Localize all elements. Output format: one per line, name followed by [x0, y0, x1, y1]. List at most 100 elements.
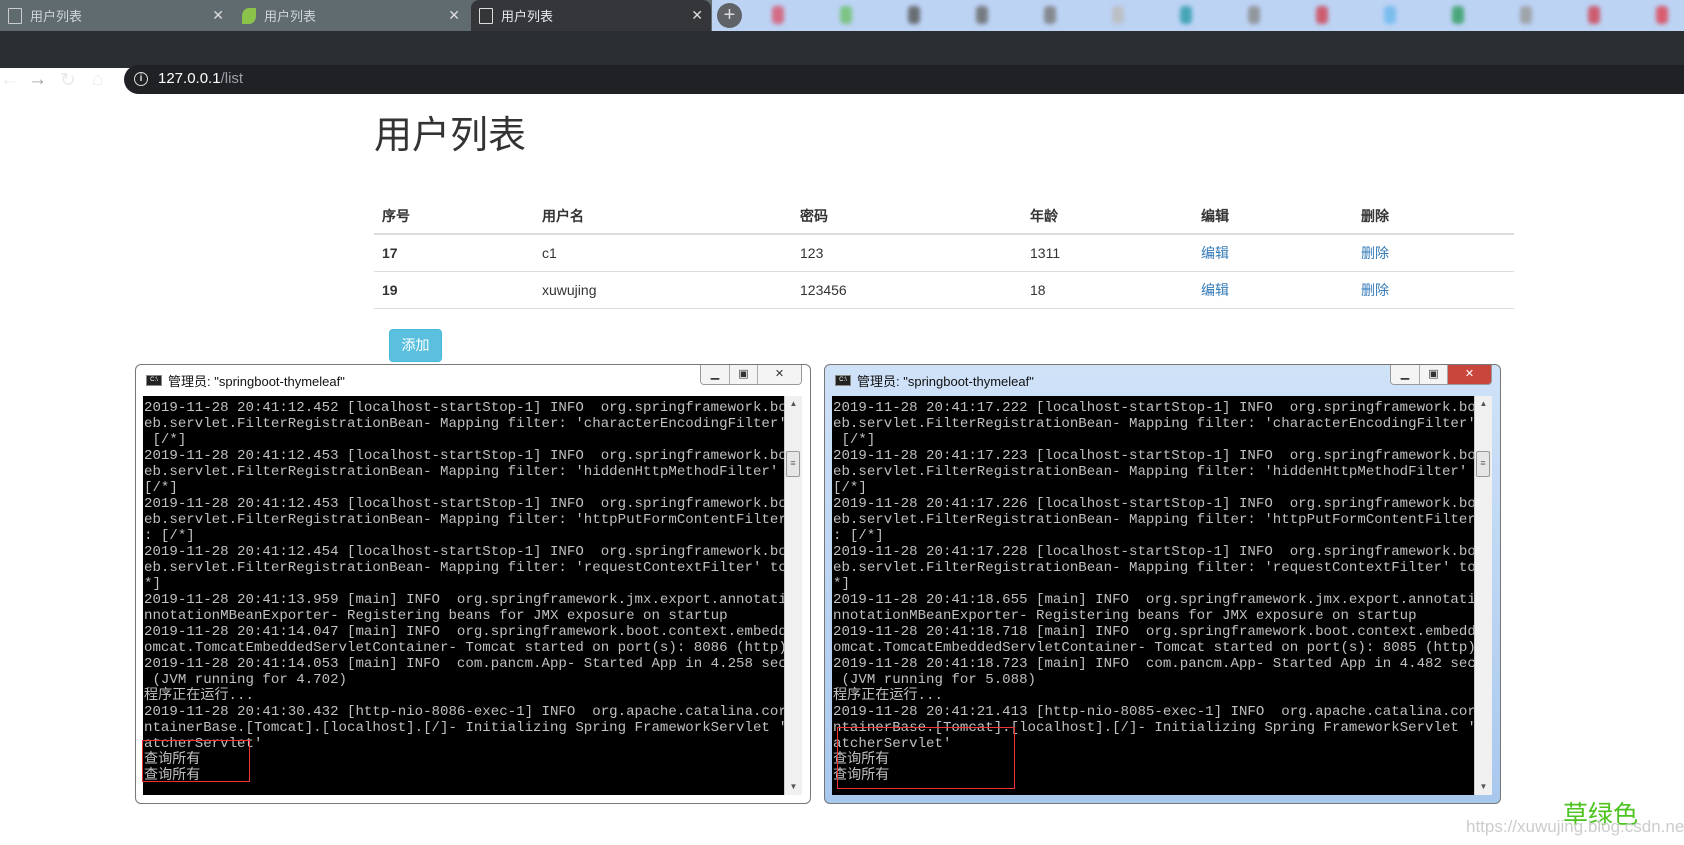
console-line: nnotationMBeanExporter- Registering bean… [144, 608, 728, 624]
console-line: eb.servlet.FilterRegistrationBean- Mappi… [144, 464, 802, 480]
cell-id: 17 [374, 234, 534, 272]
tab-label: 用户列表 [501, 9, 554, 24]
cell-delete: 删除 [1353, 234, 1514, 272]
cell-username: c1 [534, 234, 792, 272]
bookmark-icon[interactable] [1520, 6, 1532, 24]
home-icon[interactable]: ⌂ [92, 69, 103, 91]
address-bar[interactable] [124, 65, 1684, 94]
bookmark-icon[interactable] [1452, 6, 1464, 24]
bookmark-icon[interactable] [976, 6, 988, 24]
console-line: 2019-11-28 20:41:13.959 [main] INFO org.… [144, 592, 802, 608]
bookmark-icon[interactable] [1316, 6, 1328, 24]
close-tab-icon[interactable]: ✕ [448, 7, 460, 24]
console-line: 2019-11-28 20:41:17.226 [localhost-start… [833, 496, 1492, 512]
console-line: [/*] [144, 480, 178, 496]
console-line: omcat.TomcatEmbeddedServletContainer- To… [833, 640, 1476, 656]
console-line: 2019-11-28 20:41:21.413 [http-nio-8085-e… [833, 704, 1492, 720]
tab-1[interactable]: 用户列表 ✕ [0, 0, 232, 31]
scroll-up-icon[interactable]: ▲ [1475, 396, 1492, 412]
console-line: 2019-11-28 20:41:17.222 [localhost-start… [833, 400, 1492, 416]
console-line: 2019-11-28 20:41:12.453 [localhost-start… [144, 448, 802, 464]
console-line: eb.servlet.FilterRegistrationBean- Mappi… [144, 560, 802, 576]
bookmark-icon[interactable] [772, 6, 784, 24]
scroll-thumb[interactable]: ≡ [1476, 451, 1490, 477]
cell-password: 123456 [792, 271, 1022, 309]
delete-link[interactable]: 删除 [1361, 282, 1389, 298]
console-line: 2019-11-28 20:41:12.453 [localhost-start… [144, 496, 802, 512]
close-tab-icon[interactable]: ✕ [691, 7, 703, 24]
url-host: 127.0.0.1 [158, 70, 221, 87]
toolbar: ← → ↻ ⌂ i 127.0.0.1/list [0, 31, 1684, 94]
bookmark-icon[interactable] [1112, 6, 1124, 24]
reload-icon[interactable]: ↻ [60, 69, 76, 92]
tab-strip: 用户列表 ✕ 用户列表 ✕ 用户列表 ✕ + [0, 0, 1684, 31]
bookmark-icon[interactable] [1588, 6, 1600, 24]
close-icon[interactable]: ✕ [757, 365, 801, 384]
delete-link[interactable]: 删除 [1361, 245, 1389, 261]
info-icon[interactable]: i [134, 72, 148, 86]
table-row: 19 xuwujing 123456 18 编辑 删除 [374, 271, 1514, 309]
console-line: eb.servlet.FilterRegistrationBean- Mappi… [144, 512, 802, 528]
watermark-url: https://xuwujing.blog.csdn.net [1466, 817, 1684, 836]
url-path: /list [220, 70, 244, 87]
bookmark-icon[interactable] [1180, 6, 1192, 24]
page-icon [8, 7, 22, 24]
maximize-icon[interactable]: ▣ [1419, 365, 1447, 384]
close-tab-icon[interactable]: ✕ [212, 7, 224, 24]
console-output: 2019-11-28 20:41:12.452 [localhost-start… [143, 396, 802, 795]
console-line: 2019-11-28 20:41:12.454 [localhost-start… [144, 544, 802, 560]
console-line: *] [144, 576, 161, 592]
maximize-icon[interactable]: ▣ [729, 365, 757, 384]
minimize-icon[interactable]: ▁ [1391, 365, 1419, 384]
console-window-left[interactable]: C:\ 管理员: "springboot-thymeleaf" ▁ ▣ ✕ 201… [135, 364, 811, 804]
forward-icon[interactable]: → [28, 69, 47, 91]
cmd-icon: C:\ [146, 375, 162, 386]
minimize-icon[interactable]: ▁ [701, 365, 729, 384]
console-lines: 2019-11-28 20:41:12.452 [localhost-start… [144, 400, 802, 784]
edit-link[interactable]: 编辑 [1201, 245, 1229, 261]
window-title: C:\ 管理员: "springboot-thymeleaf" [146, 371, 345, 390]
scroll-down-icon[interactable]: ▼ [1475, 779, 1492, 795]
url-text[interactable]: 127.0.0.1/list [158, 70, 243, 87]
bookmark-icon[interactable] [1248, 6, 1260, 24]
edit-link[interactable]: 编辑 [1201, 282, 1229, 298]
console-line: eb.servlet.FilterRegistrationBean- Mappi… [833, 464, 1492, 480]
add-button[interactable]: 添加 [389, 329, 442, 362]
console-window-right[interactable]: C:\ 管理员: "springboot-thymeleaf" ▁ ▣ ✕ 201… [824, 364, 1501, 804]
tab-2[interactable]: 用户列表 ✕ [234, 0, 468, 31]
back-icon[interactable]: ← [0, 69, 19, 91]
scroll-up-icon[interactable]: ▲ [785, 396, 802, 412]
col-delete: 删除 [1353, 198, 1514, 235]
tab-3-active[interactable]: 用户列表 ✕ [471, 0, 711, 31]
bookmark-icon[interactable] [1044, 6, 1056, 24]
new-tab-button[interactable]: + [717, 3, 742, 28]
console-line: ntainerBase.[Tomcat].[localhost].[/]- In… [144, 720, 802, 736]
console-line: 2019-11-28 20:41:17.223 [localhost-start… [833, 448, 1492, 464]
console-line: 2019-11-28 20:41:14.053 [main] INFO com.… [144, 656, 802, 672]
cell-id: 19 [374, 271, 534, 309]
window-controls: ▁ ▣ ✕ [1390, 365, 1492, 385]
console-line: [/*] [833, 480, 867, 496]
console-line: eb.servlet.FilterRegistrationBean- Mappi… [833, 512, 1492, 528]
col-id: 序号 [374, 198, 534, 235]
col-username: 用户名 [534, 198, 792, 235]
close-icon[interactable]: ✕ [1447, 365, 1491, 384]
bookmark-icon[interactable] [908, 6, 920, 24]
console-line: 程序正在运行... [833, 688, 943, 704]
bookmark-icon[interactable] [1656, 6, 1668, 24]
scroll-thumb[interactable]: ≡ [786, 451, 800, 477]
scrollbar[interactable]: ▲ ≡ ▼ [1474, 396, 1492, 795]
console-line: [/*] [833, 432, 876, 448]
highlight-box [142, 740, 250, 782]
console-line: [/*] [144, 432, 187, 448]
scrollbar[interactable]: ▲ ≡ ▼ [784, 396, 802, 795]
cell-password: 123 [792, 234, 1022, 272]
scroll-down-icon[interactable]: ▼ [785, 779, 802, 795]
console-line: (JVM running for 4.702) [144, 672, 347, 688]
cell-delete: 删除 [1353, 271, 1514, 309]
console-line: nnotationMBeanExporter- Registering bean… [833, 608, 1417, 624]
cell-username: xuwujing [534, 271, 792, 309]
bookmark-icon[interactable] [840, 6, 852, 24]
console-line: eb.servlet.FilterRegistrationBean- Mappi… [833, 416, 1492, 432]
bookmark-icon[interactable] [1384, 6, 1396, 24]
